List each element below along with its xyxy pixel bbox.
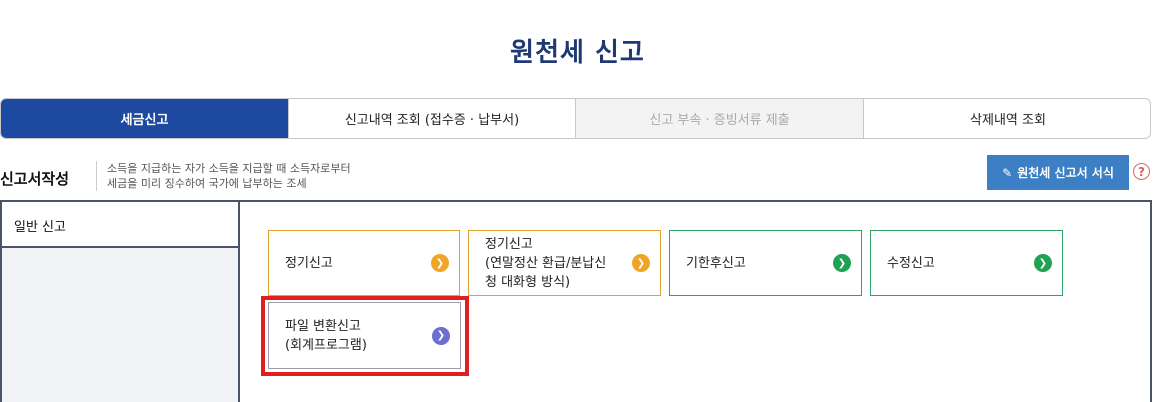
section-title: 신고서작성: [0, 170, 70, 188]
form-template-label: 원천세 신고서 서식: [1017, 166, 1114, 180]
page-title: 원천세 신고: [510, 38, 645, 68]
left-menu-item-general[interactable]: 일반 신고: [2, 202, 240, 248]
panel-divider: [238, 248, 240, 402]
help-icon[interactable]: ?: [1133, 163, 1150, 180]
card-label: 정기신고 (연말정산 환급/분납신 청 대화형 방식): [485, 236, 607, 290]
card-regular-filing[interactable]: 정기신고 ❯: [268, 230, 460, 296]
section-desc-line: 세금을 미리 징수하여 국가에 납부하는 조세: [107, 177, 307, 190]
section-description: 소득을 지급하는 자가 소득을 지급할 때 소득자로부터 세금을 미리 징수하여…: [96, 161, 351, 191]
card-label: 수정신고: [887, 255, 935, 271]
section-desc-line: 소득을 지급하는 자가 소득을 지급할 때 소득자로부터: [107, 162, 351, 175]
tab-attachments[interactable]: 신고 부속 · 증빙서류 제출: [576, 99, 864, 138]
edit-icon: ✎: [1002, 165, 1013, 180]
chevron-right-icon: ❯: [833, 254, 851, 272]
chevron-right-icon: ❯: [1034, 254, 1052, 272]
tab-deleted-history[interactable]: 삭제내역 조회: [864, 99, 1150, 138]
card-regular-filing-interactive[interactable]: 정기신고 (연말정산 환급/분납신 청 대화형 방식) ❯: [468, 230, 661, 296]
form-template-button[interactable]: ✎ 원천세 신고서 서식: [987, 155, 1129, 190]
card-label: 정기신고: [285, 255, 333, 271]
tab-tax-filing[interactable]: 세금신고: [1, 99, 289, 138]
chevron-right-icon: ❯: [632, 254, 650, 272]
card-amended-filing[interactable]: 수정신고 ❯: [870, 230, 1063, 296]
card-label: 기한후신고: [686, 255, 746, 271]
chevron-right-icon: ❯: [431, 254, 449, 272]
tab-bar: 세금신고 신고내역 조회 (접수증 · 납부서) 신고 부속 · 증빙서류 제출…: [0, 98, 1151, 139]
tab-filing-history[interactable]: 신고내역 조회 (접수증 · 납부서): [289, 99, 576, 138]
highlight-box: [261, 296, 469, 376]
card-late-filing[interactable]: 기한후신고 ❯: [669, 230, 862, 296]
